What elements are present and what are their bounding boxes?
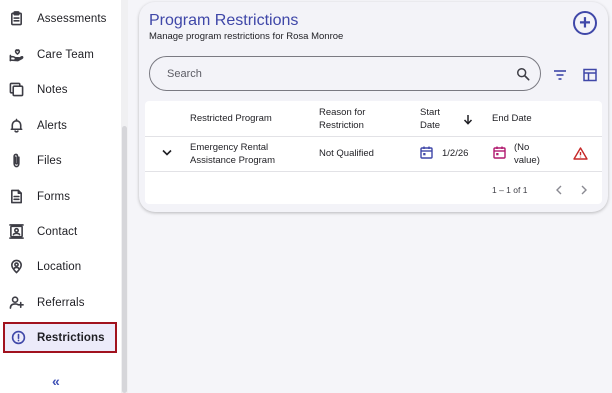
bell-icon (8, 118, 24, 134)
column-settings-icon[interactable] (583, 68, 597, 82)
sidebar-scrollbar-thumb[interactable] (122, 126, 127, 393)
divider (145, 171, 602, 172)
sidebar-item-contact[interactable]: Contact (0, 214, 124, 249)
sidebar-item-restrictions[interactable]: Restrictions (3, 322, 117, 353)
location-pin-icon (8, 259, 24, 275)
paperclip-icon (8, 153, 24, 169)
chevron-down-icon[interactable] (162, 149, 172, 156)
sidebar-item-location[interactable]: Location (0, 249, 124, 284)
cell-start-date: 1/2/26 (442, 148, 469, 159)
hand-heart-icon (8, 47, 24, 63)
page-subtitle: Manage program restrictions for Rosa Mon… (149, 31, 344, 42)
previous-page-icon[interactable] (555, 185, 563, 195)
sidebar: Assessments Care Team Notes Alerts Files… (0, 0, 128, 393)
person-add-icon (8, 295, 24, 311)
sidebar-item-notes[interactable]: Notes (0, 72, 124, 107)
search-field[interactable]: Search (149, 56, 541, 91)
cell-reason: Not Qualified (319, 148, 374, 159)
search-input[interactable]: Search (167, 68, 202, 80)
collapse-sidebar-button[interactable]: « (52, 373, 60, 389)
sidebar-item-forms[interactable]: Forms (0, 179, 124, 214)
exclamation-circle-icon (10, 330, 26, 346)
sidebar-item-assessments[interactable]: Assessments (0, 1, 124, 36)
sidebar-item-label: Notes (37, 83, 68, 96)
sidebar-item-label: Alerts (37, 119, 67, 132)
sidebar-item-alerts[interactable]: Alerts (0, 108, 124, 143)
program-restrictions-card: Program Restrictions Manage program rest… (139, 2, 608, 212)
warning-icon[interactable] (573, 147, 588, 160)
column-header-program[interactable]: Restricted Program (190, 113, 272, 126)
sidebar-item-referrals[interactable]: Referrals (0, 285, 124, 320)
page-title: Program Restrictions (149, 12, 299, 29)
calendar-icon (420, 146, 433, 159)
sidebar-item-label: Contact (37, 225, 78, 238)
sidebar-item-label: Referrals (37, 296, 85, 309)
sidebar-item-care-team[interactable]: Care Team (0, 37, 124, 72)
restrictions-table: Restricted Program Reason for Restrictio… (145, 101, 602, 204)
search-icon[interactable] (516, 67, 530, 81)
contact-card-icon (8, 224, 24, 240)
column-header-end-date[interactable]: End Date (492, 113, 532, 126)
document-icon (8, 189, 24, 205)
notes-icon (8, 82, 24, 98)
sidebar-item-files[interactable]: Files (0, 143, 124, 178)
cell-end-date: (No value) (514, 142, 540, 166)
column-header-start-date[interactable]: Start Date (420, 107, 456, 132)
column-header-reason[interactable]: Reason for Restriction (319, 107, 391, 132)
sidebar-item-label: Restrictions (37, 331, 105, 344)
sidebar-item-label: Assessments (37, 12, 107, 25)
sidebar-item-label: Care Team (37, 48, 94, 61)
sort-descending-icon[interactable] (463, 114, 473, 125)
clipboard-icon (8, 11, 24, 27)
sidebar-item-label: Forms (37, 190, 71, 203)
sidebar-item-label: Files (37, 154, 62, 167)
next-page-icon[interactable] (580, 185, 588, 195)
calendar-icon (493, 146, 506, 159)
sidebar-item-label: Location (37, 260, 82, 273)
filter-icon[interactable] (553, 69, 567, 81)
plus-icon: + (579, 12, 591, 34)
pagination-range: 1 – 1 of 1 (492, 185, 528, 195)
divider (145, 136, 602, 137)
add-restriction-button[interactable]: + (573, 11, 597, 35)
cell-program: Emergency Rental Assistance Program (190, 142, 276, 166)
